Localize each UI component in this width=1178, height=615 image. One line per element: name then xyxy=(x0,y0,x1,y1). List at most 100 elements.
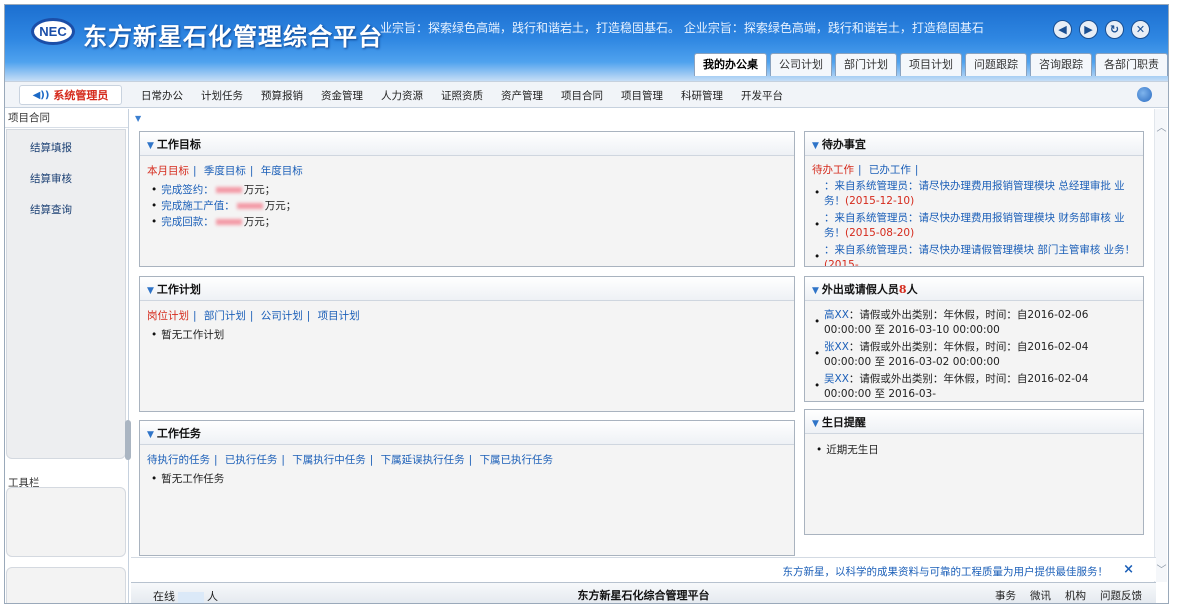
panel-title: 工作目标 xyxy=(156,138,201,151)
nav-item-funds[interactable]: 资金管理 xyxy=(321,88,363,103)
tab-todo-work[interactable]: 待办工作 xyxy=(812,164,854,176)
scroll-down-icon[interactable]: ﹀ xyxy=(1155,561,1168,576)
tab-my-desk[interactable]: 我的办公桌 xyxy=(694,53,767,76)
tab-consult-tracking[interactable]: 咨询跟踪 xyxy=(1030,53,1092,76)
tab-sub-delayed-tasks[interactable]: 下属延误执行任务 xyxy=(381,454,465,466)
nav-item-budget[interactable]: 预算报销 xyxy=(261,88,303,103)
panel-leave: ▼外出或请假人员8人 高XX：请假或外出类别：年休假，时间：自2016-02-0… xyxy=(804,276,1144,402)
scroll-up-icon[interactable]: ︿ xyxy=(1155,119,1168,134)
sidebar-item-settlement-query[interactable]: 结算查询 xyxy=(7,192,125,223)
tab-monthly-goal[interactable]: 本月目标 xyxy=(147,165,189,177)
speaker-icon: ◀)) xyxy=(32,89,50,101)
slogan-marquee: 业宗旨：探索绿色高端，践行和谐岩土，打造稳固基石。 企业宗旨：探索绿色高端，践行… xyxy=(380,21,984,35)
tab-issue-tracking[interactable]: 问题跟踪 xyxy=(965,53,1027,76)
panel-birthday: ▼生日提醒 近期无生日 xyxy=(804,409,1144,535)
forward-icon[interactable]: ▶ xyxy=(1079,20,1098,39)
tab-dept-plan[interactable]: 部门计划 xyxy=(835,53,897,76)
close-icon[interactable]: ✕ xyxy=(1131,20,1150,39)
tab-dept-plan[interactable]: 部门计划 xyxy=(204,310,246,322)
footer-link-affairs[interactable]: 事务 xyxy=(995,588,1016,603)
panel-title: 工作计划 xyxy=(156,283,201,296)
footer-link-micro-message[interactable]: 微讯 xyxy=(1030,588,1051,603)
collapse-arrow-icon[interactable]: ▼ xyxy=(135,114,141,123)
main-tabs: 我的办公桌 公司计划 部门计划 项目计划 问题跟踪 咨询跟踪 各部门职责 xyxy=(694,53,1168,76)
sidebar-section-title: 项目合同 xyxy=(5,109,128,128)
panel-work-task: ▼ 工作任务 待执行的任务 | 已执行任务 | 下属执行中任务 | 下属延误执行任务 | … xyxy=(139,420,795,556)
triangle-icon: ▼ xyxy=(147,430,154,440)
nav-item-license[interactable]: 证照资质 xyxy=(441,88,483,103)
triangle-icon: ▼ xyxy=(147,141,154,151)
triangle-icon: ▼ xyxy=(812,419,819,429)
redacted-value xyxy=(215,187,242,193)
notice-bar: 东方新星，以科学的成果资料与可靠的工程质量为用户提供最佳服务！ × xyxy=(131,557,1156,581)
nav-item-research[interactable]: 科研管理 xyxy=(681,88,723,103)
tab-sub-done-tasks[interactable]: 下属已执行任务 xyxy=(480,454,554,466)
person-name[interactable]: 张XX xyxy=(824,341,849,353)
company-logo: NEC xyxy=(31,18,75,45)
sidebar-menu: 结算填报 结算审核 结算查询 xyxy=(6,129,126,459)
tab-sub-running-tasks[interactable]: 下属执行中任务 xyxy=(292,454,366,466)
nav-item-daily-office[interactable]: 日常办公 xyxy=(141,88,183,103)
sidebar-item-settlement-fill[interactable]: 结算填报 xyxy=(7,130,125,161)
person-name[interactable]: 吴XX xyxy=(824,373,849,385)
triangle-icon: ▼ xyxy=(812,286,819,296)
tab-pending-tasks[interactable]: 待执行的任务 xyxy=(147,454,210,466)
leave-item: 吴XX：请假或外出类别：年休假，时间：自2016-02-04 00:00:00 … xyxy=(812,372,1136,401)
empty-message: 近期无生日 xyxy=(816,443,1136,457)
nav-item-plan-task[interactable]: 计划任务 xyxy=(201,88,243,103)
panel-title: 生日提醒 xyxy=(821,416,866,429)
toolbar-box xyxy=(6,487,126,557)
search-icon[interactable] xyxy=(1137,87,1152,102)
leave-count: 8 xyxy=(898,283,907,296)
panel-title: 待办事宜 xyxy=(821,138,866,151)
back-icon[interactable]: ◀ xyxy=(1053,20,1072,39)
tab-company-plan[interactable]: 公司计划 xyxy=(261,310,303,322)
list-item: 完成签约：万元； xyxy=(151,183,787,197)
tab-company-plan[interactable]: 公司计划 xyxy=(770,53,832,76)
footer-link-organization[interactable]: 机构 xyxy=(1065,588,1086,603)
module-navbar: ◀)) 系统管理员 日常办公 计划任务 预算报销 资金管理 人力资源 证照资质 … xyxy=(5,81,1168,108)
current-user-label: 系统管理员 xyxy=(53,89,109,102)
tab-done-work[interactable]: 已办工作 xyxy=(869,164,911,176)
nav-item-assets[interactable]: 资产管理 xyxy=(501,88,543,103)
panel-work-plan: ▼工作计划 岗位计划| 部门计划| 公司计划| 项目计划 暂无工作计划 xyxy=(139,276,795,412)
person-name[interactable]: 高XX xyxy=(824,309,849,321)
refresh-icon[interactable]: ↻ xyxy=(1105,20,1124,39)
tab-dept-duties[interactable]: 各部门职责 xyxy=(1095,53,1168,76)
content-scrollbar[interactable]: ︿ ﹀ xyxy=(1154,109,1167,582)
nav-item-hr[interactable]: 人力资源 xyxy=(381,88,423,103)
nav-item-dev-platform[interactable]: 开发平台 xyxy=(741,88,783,103)
list-item: 完成施工产值：万元； xyxy=(151,199,787,213)
nav-item-project[interactable]: 项目管理 xyxy=(621,88,663,103)
redacted-value xyxy=(236,203,263,209)
todo-item[interactable]: ：来自系统管理员：请尽快办理费用报销管理模块 总经理审批 业务！(2015-12… xyxy=(812,179,1136,209)
sidebar: 项目合同 结算填报 结算审核 结算查询 工具栏 xyxy=(5,109,131,603)
tab-yearly-goal[interactable]: 年度目标 xyxy=(261,165,303,177)
panel-work-goal: ▼工作目标 本月目标| 季度目标| 年度目标 完成签约：万元； 完成施工产值：万… xyxy=(139,131,795,267)
nav-item-contract[interactable]: 项目合同 xyxy=(561,88,603,103)
tab-done-tasks[interactable]: 已执行任务 xyxy=(225,454,278,466)
tab-project-plan[interactable]: 项目计划 xyxy=(318,310,360,322)
leave-item: 张XX：请假或外出类别：年休假，时间：自2016-02-04 00:00:00 … xyxy=(812,340,1136,370)
tab-quarterly-goal[interactable]: 季度目标 xyxy=(204,165,246,177)
list-item: 完成回款：万元； xyxy=(151,215,787,229)
app-window: NEC 东方新星石化管理综合平台 业宗旨：探索绿色高端，践行和谐岩土，打造稳固基… xyxy=(4,4,1169,604)
leave-item: 高XX：请假或外出类别：年休假，时间：自2016-02-06 00:00:00 … xyxy=(812,308,1136,338)
panel-todo: ▼待办事宜 待办工作| 已办工作| ：来自系统管理员：请尽快办理费用报销管理模块… xyxy=(804,131,1144,267)
redacted-value xyxy=(215,219,242,225)
close-icon[interactable]: × xyxy=(1123,562,1134,577)
tab-project-plan[interactable]: 项目计划 xyxy=(900,53,962,76)
toolbar-box-secondary xyxy=(6,567,126,603)
tab-post-plan[interactable]: 岗位计划 xyxy=(147,310,189,322)
sidebar-item-settlement-review[interactable]: 结算审核 xyxy=(7,161,125,192)
empty-message: 暂无工作任务 xyxy=(151,472,787,486)
footer-link-feedback[interactable]: 问题反馈 xyxy=(1100,588,1142,603)
current-user-button[interactable]: ◀)) 系统管理员 xyxy=(19,85,122,105)
todo-item[interactable]: ：来自系统管理员：请尽快办理费用报销管理模块 财务部审核 业务！(2015-08… xyxy=(812,211,1136,241)
status-bar: 在线人 东方新星石化综合管理平台 事务 微讯 机构 问题反馈 xyxy=(131,582,1156,603)
notice-text: 东方新星，以科学的成果资料与可靠的工程质量为用户提供最佳服务！ xyxy=(782,566,1109,578)
panel-title: 外出或请假人员 xyxy=(821,283,899,296)
todo-item[interactable]: ：来自系统管理员：请尽快办理请假管理模块 部门主管审核 业务！(2015- xyxy=(812,243,1136,266)
main-content: ▼ ▼工作目标 本月目标| 季度目标| 年度目标 完成签约：万元； 完成施工产值… xyxy=(131,109,1156,582)
header: NEC 东方新星石化管理综合平台 业宗旨：探索绿色高端，践行和谐岩土，打造稳固基… xyxy=(5,5,1168,81)
